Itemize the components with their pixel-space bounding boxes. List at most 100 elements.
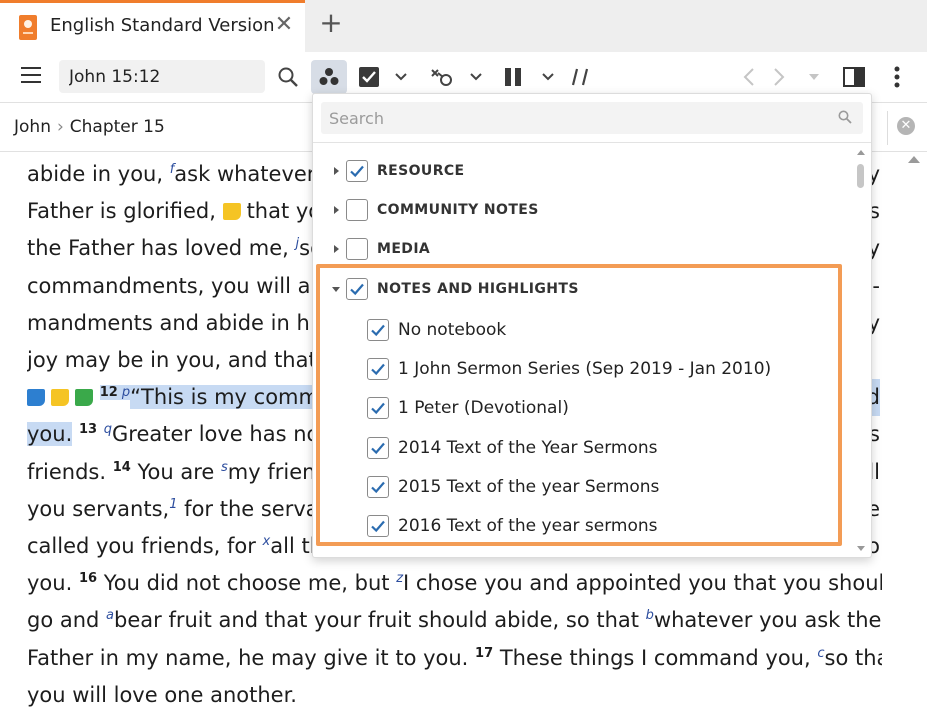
panel-scrollbar[interactable] [854, 146, 868, 556]
filter-group-resource[interactable]: RESOURCE [313, 156, 465, 186]
checkbox[interactable] [367, 319, 389, 341]
footnote-marker[interactable]: z [396, 571, 403, 586]
footnote-marker[interactable]: a [106, 608, 114, 623]
verse-text: called you friends, for [27, 534, 263, 558]
verse-text: Greater love has no [112, 422, 320, 447]
verse-text [72, 422, 79, 446]
tab-close-button[interactable]: ✕ [272, 13, 296, 37]
footnote-marker[interactable]: b [646, 608, 654, 623]
verse-text: mandments and abide in h [27, 310, 310, 335]
tab-bar: English Standard Version ✕ + [0, 0, 927, 52]
panel-layout-icon[interactable] [840, 60, 868, 94]
footnote-marker[interactable]: q [104, 422, 112, 437]
filter-group-notes-and-highlights[interactable]: NOTES AND HIGHLIGHTS [313, 274, 579, 304]
sync-icon[interactable] [568, 60, 592, 94]
breadcrumb-chapter[interactable]: Chapter 15 [70, 117, 165, 137]
checkbox[interactable] [346, 199, 368, 221]
verse-text: ask whatever [174, 162, 316, 186]
verse-text: so that [824, 645, 883, 670]
filter-group-community-notes[interactable]: COMMUNITY NOTES [313, 195, 539, 225]
visual-filters-button[interactable] [311, 60, 347, 94]
text-line: you. 16 You did not choose me, but zI ch… [27, 565, 882, 602]
caret-right-icon[interactable] [331, 205, 341, 215]
note-yellow-icon[interactable] [51, 389, 69, 407]
checkbox[interactable] [346, 278, 368, 300]
forward-arrow-icon[interactable] [768, 60, 790, 94]
clear-icon[interactable]: ✕ [897, 117, 915, 135]
checkbox[interactable] [367, 358, 389, 381]
new-tab-button[interactable]: + [316, 8, 346, 38]
checkbox[interactable] [367, 436, 389, 459]
text-line: Father in my name, he may give it to you… [27, 640, 883, 677]
footnote-marker[interactable]: p [117, 385, 131, 401]
verse-text: These things I command you, [493, 645, 818, 670]
verse-text [93, 385, 100, 409]
verse-text: Father in my name, he may give it to you… [27, 645, 476, 670]
search-icon[interactable] [274, 60, 302, 94]
chevron-down-icon[interactable] [537, 60, 559, 94]
divider [313, 142, 871, 143]
caret-down-icon[interactable] [331, 284, 341, 294]
footnote-marker[interactable]: 1 [169, 497, 177, 512]
filter-group-media[interactable]: MEDIA [313, 234, 430, 264]
note-green-icon[interactable] [75, 389, 93, 407]
notebook-item[interactable]: 2016 Text of the year sermons [367, 511, 657, 541]
highlighted-text: you. [27, 422, 73, 447]
notebook-label: 2016 Text of the year sermons [398, 516, 658, 536]
notebook-label: No notebook [398, 320, 507, 340]
notebook-item[interactable]: 2014 Text of the Year Sermons [367, 433, 657, 463]
filter-group-label: COMMUNITY NOTES [377, 202, 539, 218]
verse-text: for the servar [177, 496, 328, 521]
parallel-icon[interactable] [500, 60, 526, 94]
checkbox[interactable] [367, 475, 389, 498]
text-line: you will love one another. [27, 677, 880, 714]
caret-right-icon[interactable] [331, 244, 341, 254]
verse-text: You are [130, 459, 221, 484]
breadcrumb: John › Chapter 15 [14, 117, 165, 137]
footnote-marker[interactable]: s [221, 460, 228, 475]
reference-input[interactable] [59, 60, 265, 93]
notebook-item[interactable]: No notebook [367, 315, 506, 345]
chevron-down-icon[interactable] [390, 60, 412, 94]
verse-text: that yo [246, 199, 322, 224]
breadcrumb-book[interactable]: John [14, 117, 51, 137]
notebook-item[interactable]: 2015 Text of the year Sermons [367, 472, 659, 502]
note-yellow-icon[interactable] [222, 203, 241, 221]
filter-group-label: MEDIA [377, 241, 431, 257]
scroll-up-icon[interactable] [908, 156, 920, 163]
verse-text: go and [27, 608, 107, 633]
breadcrumb-separator: › [56, 117, 64, 137]
verse-number: 12 [99, 385, 118, 401]
verse-text [97, 422, 104, 446]
page-scrollbar[interactable] [904, 152, 922, 714]
verse-text: friends. [27, 459, 113, 484]
verse-number: 13 [78, 422, 98, 438]
back-arrow-icon[interactable] [738, 60, 760, 94]
scroll-thumb[interactable] [857, 164, 864, 188]
menu-icon[interactable] [21, 67, 41, 85]
caret-right-icon[interactable] [331, 166, 341, 176]
note-blue-icon[interactable] [27, 389, 45, 407]
more-options-icon[interactable] [886, 60, 908, 94]
highlighted-text: “This is my comm [130, 385, 319, 410]
notebook-item[interactable]: 1 John Sermon Series (Sep 2019 - Jan 201… [367, 354, 771, 384]
verse-number: 16 [78, 571, 98, 587]
verse-text: I chose you and appointed you that you s… [403, 571, 882, 596]
footnote-marker[interactable]: c [817, 646, 824, 661]
checkbox[interactable] [346, 160, 368, 182]
link-off-icon[interactable] [426, 60, 458, 94]
notebook-item[interactable]: 1 Peter (Devotional) [367, 393, 569, 423]
history-dropdown-icon[interactable] [805, 60, 823, 94]
filter-search-input[interactable] [321, 102, 863, 134]
checkbox[interactable] [367, 397, 389, 420]
verse-text: whatever you ask the [653, 608, 882, 633]
checkbox[interactable] [367, 515, 389, 537]
checkbox[interactable] [346, 238, 368, 260]
tab-esv[interactable]: English Standard Version ✕ [0, 0, 305, 52]
checklist-icon[interactable] [356, 60, 382, 94]
chevron-down-icon[interactable] [465, 60, 487, 94]
verse-number: 17 [475, 645, 494, 661]
scroll-down-icon[interactable] [857, 546, 865, 551]
scroll-up-icon[interactable] [857, 150, 865, 155]
notebook-label: 2014 Text of the Year Sermons [398, 437, 658, 458]
